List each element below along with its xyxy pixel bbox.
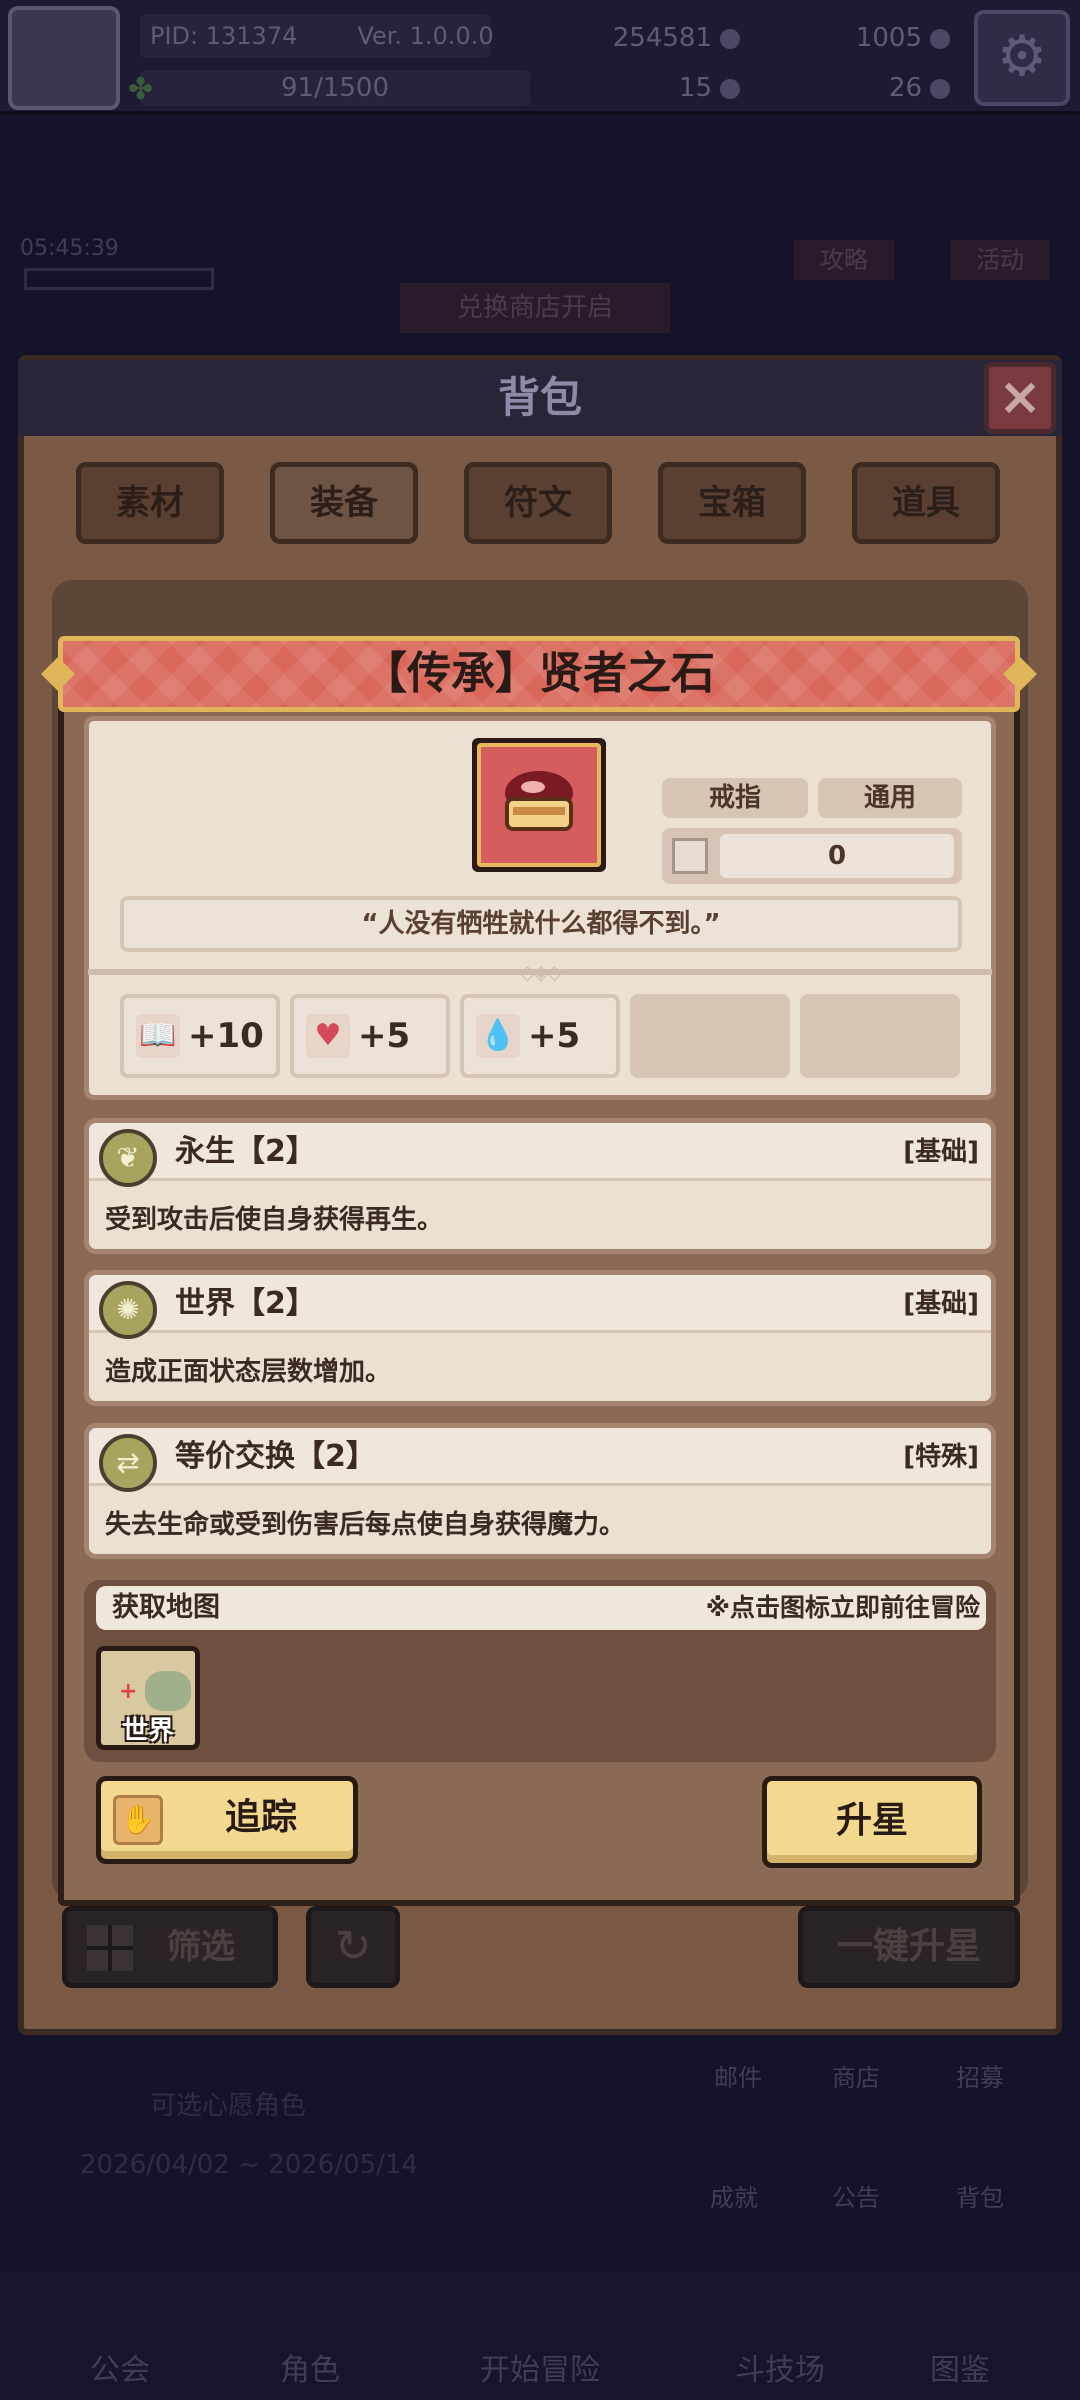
heart-icon: ♥ <box>306 1014 350 1058</box>
skill-type: [基础] <box>903 1289 979 1319</box>
shop-open-banner[interactable]: 兑换商店开启 <box>400 283 670 333</box>
pid-text: PID: 131374 <box>150 22 298 50</box>
water-drop-icon: 💧 <box>476 1014 520 1058</box>
recruit-label[interactable]: 招募 <box>930 2058 1030 2093</box>
gold-value: 254581 <box>612 23 712 53</box>
stat-slot-book: 📖 +10 <box>120 994 280 1078</box>
event-banner-dates: 2026/04/02 ~ 2026/05/14 <box>80 2150 419 2180</box>
bag-count-icon <box>672 838 708 874</box>
nav-codex[interactable]: 图鉴 <box>880 2345 1040 2389</box>
gold-counter: 254581 <box>560 18 740 58</box>
skill-card: ❦ 永生【2】 [基础] 受到攻击后使自身获得再生。 <box>84 1118 996 1254</box>
resource-4-counter: 26 <box>820 68 950 108</box>
nav-arena[interactable]: 斗技场 <box>700 2345 860 2389</box>
owned-count: 0 <box>720 834 954 878</box>
skill-name: 等价交换【2】 <box>175 1439 376 1474</box>
tab-equipment[interactable]: 装备 <box>270 462 418 544</box>
skill-desc: 造成正面状态层数增加。 <box>105 1357 392 1387</box>
filter-button[interactable]: 筛选 <box>62 1906 278 1988</box>
skill-type: [特殊] <box>903 1442 979 1472</box>
skill-exchange-icon[interactable]: ⇄ <box>99 1434 157 1492</box>
item-quote: “人没有牺牲就什么都得不到。” <box>120 896 962 952</box>
bag-title: 背包 <box>497 373 582 422</box>
track-label: 追踪 <box>224 1797 297 1838</box>
filter-label: 筛选 <box>167 1927 235 1967</box>
pid-box: PID: 131374 Ver. 1.0.0.0 <box>140 14 494 58</box>
player-avatar[interactable] <box>8 6 120 110</box>
tab-runes[interactable]: 符文 <box>464 462 612 544</box>
skill-type: [基础] <box>903 1137 979 1167</box>
resource-3-counter: 15 <box>600 68 740 108</box>
version-text: Ver. 1.0.0.0 <box>357 22 494 50</box>
book-icon: 📖 <box>136 1014 180 1058</box>
tab-chests[interactable]: 宝箱 <box>658 462 806 544</box>
gem-icon <box>930 28 950 49</box>
resource-3-value: 15 <box>678 73 712 103</box>
tab-materials[interactable]: 素材 <box>76 462 224 544</box>
skill-leaf-icon[interactable]: ❦ <box>99 1129 157 1187</box>
grid-icon <box>87 1925 133 1971</box>
skill-desc: 受到攻击后使自身获得再生。 <box>105 1205 444 1235</box>
top-status-bar: PID: 131374 Ver. 1.0.0.0 91/1500 ✤ 254581… <box>0 0 1080 115</box>
close-icon[interactable]: × <box>984 362 1056 434</box>
skill-card: ✺ 世界【2】 [基础] 造成正面状态层数增加。 <box>84 1270 996 1406</box>
map-source-title: 获取地图 <box>112 1592 220 1623</box>
star-all-button[interactable]: 一键升星 <box>798 1906 1020 1988</box>
skill-world-icon[interactable]: ✺ <box>99 1281 157 1339</box>
thumbs-up-icon: ✋ <box>113 1795 163 1845</box>
stat-slot-heart: ♥ +5 <box>290 994 450 1078</box>
stat-slot-empty <box>800 994 960 1078</box>
skill-card: ⇄ 等价交换【2】 [特殊] 失去生命或受到伤害后每点使自身获得魔力。 <box>84 1423 996 1559</box>
event-button[interactable]: 活动 <box>950 240 1050 280</box>
map-marker-icon: + <box>119 1679 138 1704</box>
resource-4-value: 26 <box>888 73 922 103</box>
item-type-tag: 戒指 <box>662 778 808 818</box>
notice-label[interactable]: 公告 <box>806 2178 906 2213</box>
bag-label[interactable]: 背包 <box>930 2178 1030 2213</box>
stat-slot-empty <box>630 994 790 1078</box>
settings-gear-icon[interactable]: ⚙ <box>974 10 1070 106</box>
exp-bar: 91/1500 <box>140 70 530 106</box>
ring-box-icon <box>505 771 573 831</box>
mail-label[interactable]: 邮件 <box>688 2058 788 2093</box>
upgrade-star-button[interactable]: 升星 <box>762 1776 982 1868</box>
map-tile-label: 世界 <box>121 1716 174 1746</box>
map-source-hint: ※点击图标立即前往冒险 <box>705 1593 980 1622</box>
item-title: 【传承】贤者之石 <box>363 648 715 699</box>
event-banner-text: 可选心愿角色 <box>150 2091 307 2121</box>
track-button[interactable]: ✋ 追踪 <box>96 1776 358 1864</box>
item-class-tag: 通用 <box>818 778 962 818</box>
resource-3-icon <box>720 78 740 99</box>
skill-desc: 失去生命或受到伤害后每点使自身获得魔力。 <box>105 1510 626 1540</box>
resource-4-icon <box>930 78 950 99</box>
ring-item-icon[interactable] <box>472 738 606 872</box>
coin-icon <box>720 28 740 49</box>
stat-value: +10 <box>188 1016 264 1056</box>
event-progress-bar <box>24 268 214 290</box>
stat-value: +5 <box>358 1016 411 1056</box>
guide-button[interactable]: 攻略 <box>794 240 894 280</box>
clover-icon: ✤ <box>128 72 154 107</box>
tab-items[interactable]: 道具 <box>852 462 1000 544</box>
skill-name: 永生【2】 <box>175 1134 316 1169</box>
stat-value: +5 <box>528 1016 581 1056</box>
event-timer: 05:45:39 <box>20 236 119 261</box>
gem-counter: 1005 <box>820 18 950 58</box>
map-land <box>145 1671 191 1711</box>
shop-label[interactable]: 商店 <box>806 2058 906 2093</box>
gem-value: 1005 <box>855 23 922 53</box>
nav-guild[interactable]: 公会 <box>40 2345 200 2389</box>
nav-start-adventure[interactable]: 开始冒险 <box>460 2345 620 2389</box>
refresh-icon[interactable]: ↻ <box>306 1906 400 1988</box>
skill-name: 世界【2】 <box>175 1286 316 1321</box>
divider-ornament: ◇◈◇ <box>519 960 562 984</box>
stat-slot-water: 💧 +5 <box>460 994 620 1078</box>
nav-character[interactable]: 角色 <box>230 2345 390 2389</box>
achievement-label[interactable]: 成就 <box>684 2178 784 2213</box>
